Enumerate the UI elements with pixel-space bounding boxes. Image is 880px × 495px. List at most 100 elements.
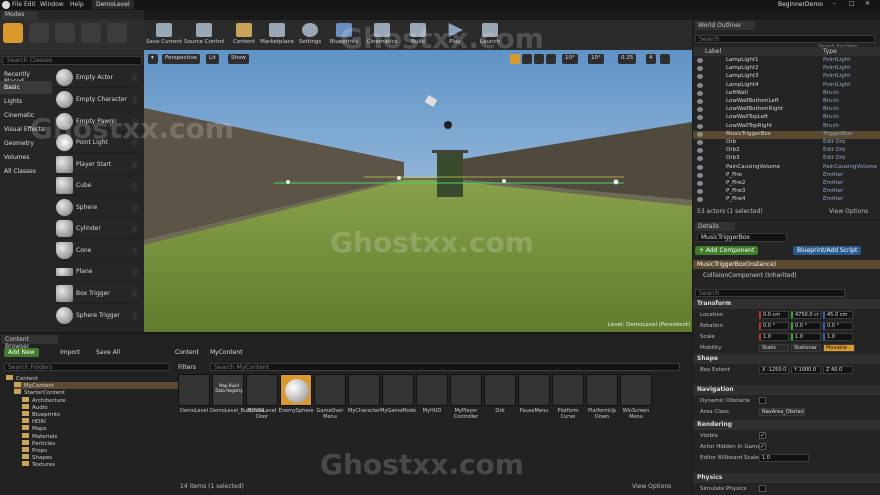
content-button[interactable]: Content	[230, 21, 258, 49]
shape-section[interactable]: Shape	[693, 354, 880, 364]
outliner-row[interactable]: MusicTriggerBox TriggerBox	[693, 130, 880, 139]
category-volumes[interactable]: Volumes	[0, 151, 52, 164]
show-button[interactable]: Show	[228, 54, 249, 64]
level-viewport[interactable]	[144, 50, 692, 332]
asset-tile[interactable]: Platform Curve	[552, 374, 584, 422]
category-all-classes[interactable]: All Classes	[0, 165, 52, 178]
asset-tile[interactable]: MyHUD	[416, 374, 448, 422]
filters-button[interactable]: Filters	[178, 364, 196, 371]
outliner-row[interactable]: LowWallBottomLeft Brush	[693, 98, 880, 106]
path-mycontent[interactable]: MyContent	[210, 349, 243, 356]
location-z[interactable]: 45.0 cm	[823, 311, 853, 319]
eye-icon[interactable]	[697, 172, 703, 178]
place-item-sphere[interactable]: Sphere ⓘ	[54, 197, 142, 218]
settings-button[interactable]: Settings	[296, 21, 324, 49]
viewport-scene[interactable]	[144, 50, 692, 332]
content-browser-tab[interactable]: Content Browser	[2, 335, 58, 350]
category-recently-placed[interactable]: Recently Placed	[0, 68, 52, 85]
eye-icon[interactable]	[697, 107, 703, 113]
asset-tile[interactable]: Orb	[484, 374, 516, 422]
actor-hidden-checkbox[interactable]: ✓	[759, 443, 766, 450]
rendering-section[interactable]: Rendering	[693, 420, 880, 430]
help-icon[interactable]: ⓘ	[132, 139, 138, 148]
outliner-row[interactable]: LampLight3 PointLight	[693, 73, 880, 81]
eye-icon[interactable]	[697, 90, 703, 96]
blueprint-add-script-button[interactable]: Blueprint/Add Script	[793, 246, 862, 255]
category-lights[interactable]: Lights	[0, 95, 52, 108]
level-tab[interactable]: DemoLevel	[92, 0, 134, 9]
details-search-input[interactable]: Search	[695, 289, 845, 297]
help-icon[interactable]: ⓘ	[132, 182, 138, 191]
place-item-plane[interactable]: Plane ⓘ	[54, 261, 142, 282]
category-cinematic[interactable]: Cinematic	[0, 109, 52, 122]
box-extent-z[interactable]: Z 40.0	[823, 366, 853, 374]
help-icon[interactable]: ⓘ	[132, 312, 138, 321]
help-icon[interactable]: ⓘ	[132, 204, 138, 213]
place-item-cube[interactable]: Cube ⓘ	[54, 175, 142, 196]
mobility-stationary[interactable]: Stationar	[791, 344, 821, 352]
place-item-cylinder[interactable]: Cylinder ⓘ	[54, 218, 142, 239]
place-item-empty-actor[interactable]: Empty Actor ⓘ	[54, 67, 142, 88]
help-icon[interactable]: ⓘ	[132, 118, 138, 127]
folder-tree-item[interactable]: Particles	[22, 439, 55, 447]
play-button[interactable]: Play	[442, 21, 468, 49]
landscape-mode-icon[interactable]	[55, 23, 75, 43]
type-column-header[interactable]: Type	[823, 48, 837, 55]
eye-icon[interactable]	[697, 131, 703, 137]
cb-view-options[interactable]: View Options	[632, 483, 671, 490]
add-new-button[interactable]: Add New	[4, 348, 39, 357]
help-icon[interactable]: ⓘ	[132, 161, 138, 170]
minimize-button[interactable]: –	[833, 0, 836, 7]
menu-help[interactable]: Help	[70, 1, 84, 8]
search-folders-input[interactable]: Search Folders	[4, 363, 170, 371]
label-column-header[interactable]: Label	[705, 48, 721, 55]
scale-x[interactable]: 1.0	[759, 333, 789, 341]
outliner-row[interactable]: Orb2 Edit Orb	[693, 147, 880, 155]
blueprints-button[interactable]: Blueprints	[328, 21, 360, 49]
outliner-row[interactable]: P_Fire3 Emitter	[693, 188, 880, 196]
geometry-mode-icon[interactable]	[107, 23, 127, 43]
folder-tree-item[interactable]: Materials	[22, 432, 57, 440]
camera-speed-value[interactable]: 4	[646, 54, 656, 64]
search-assets-input[interactable]: Search MyContent	[210, 363, 680, 371]
visible-checkbox[interactable]: ✓	[759, 432, 766, 439]
folder-tree-item[interactable]: Audio	[22, 403, 48, 411]
folder-tree-item[interactable]: MyContent	[14, 382, 178, 390]
outliner-search-input[interactable]: Search	[695, 35, 875, 43]
eye-icon[interactable]	[697, 99, 703, 104]
eye-icon[interactable]	[697, 140, 703, 145]
rotation-z[interactable]: 0.0 °	[823, 322, 853, 330]
outliner-row[interactable]: LowWallTopRight Brush	[693, 123, 880, 131]
scale-z[interactable]: 1.0	[823, 333, 853, 341]
asset-tile[interactable]: EnemySphere	[279, 374, 313, 422]
simulate-physics-checkbox[interactable]	[759, 485, 766, 492]
eye-icon[interactable]	[697, 148, 703, 154]
place-item-empty-character[interactable]: Empty Character ⓘ	[54, 89, 142, 110]
foliage-mode-icon[interactable]	[81, 23, 101, 43]
place-item-player-start[interactable]: Player Start ⓘ	[54, 154, 142, 175]
modes-tab[interactable]: Modes	[2, 11, 38, 19]
paint-mode-icon[interactable]	[29, 23, 49, 43]
asset-tile[interactable]: PlatformUp Down	[586, 374, 618, 422]
asset-tile[interactable]: DemoLevel	[178, 374, 210, 422]
place-item-sphere-trigger[interactable]: Sphere Trigger ⓘ	[54, 305, 142, 326]
mobility-movable[interactable]: Movable	[823, 344, 855, 352]
eye-icon[interactable]	[697, 181, 703, 186]
transform-section[interactable]: Transform	[693, 299, 880, 309]
eye-icon[interactable]	[697, 123, 703, 129]
rotate-icon[interactable]	[522, 54, 532, 64]
close-button[interactable]: ✕	[865, 0, 870, 7]
outliner-row[interactable]: PainCausingVolume PainCausingVolume	[693, 164, 880, 172]
eye-icon[interactable]	[697, 164, 703, 170]
place-item-box-trigger[interactable]: Box Trigger ⓘ	[54, 283, 142, 304]
menu-edit[interactable]: Edit	[24, 1, 36, 8]
outliner-row[interactable]: LampLight2 PointLight	[693, 65, 880, 73]
outliner-row[interactable]: LeftWall Brush	[693, 90, 880, 98]
grid-snap-value[interactable]: 10°	[562, 54, 578, 64]
rotation-y[interactable]: 0.0 °	[791, 322, 821, 330]
folder-tree-item[interactable]: Maps	[22, 425, 46, 432]
rotation-x[interactable]: 0.0 °	[759, 322, 789, 330]
outliner-row[interactable]: LampLight1 PointLight	[693, 57, 880, 65]
actor-name-field[interactable]: MusicTriggerBox	[697, 233, 787, 242]
path-content[interactable]: Content	[175, 349, 199, 356]
